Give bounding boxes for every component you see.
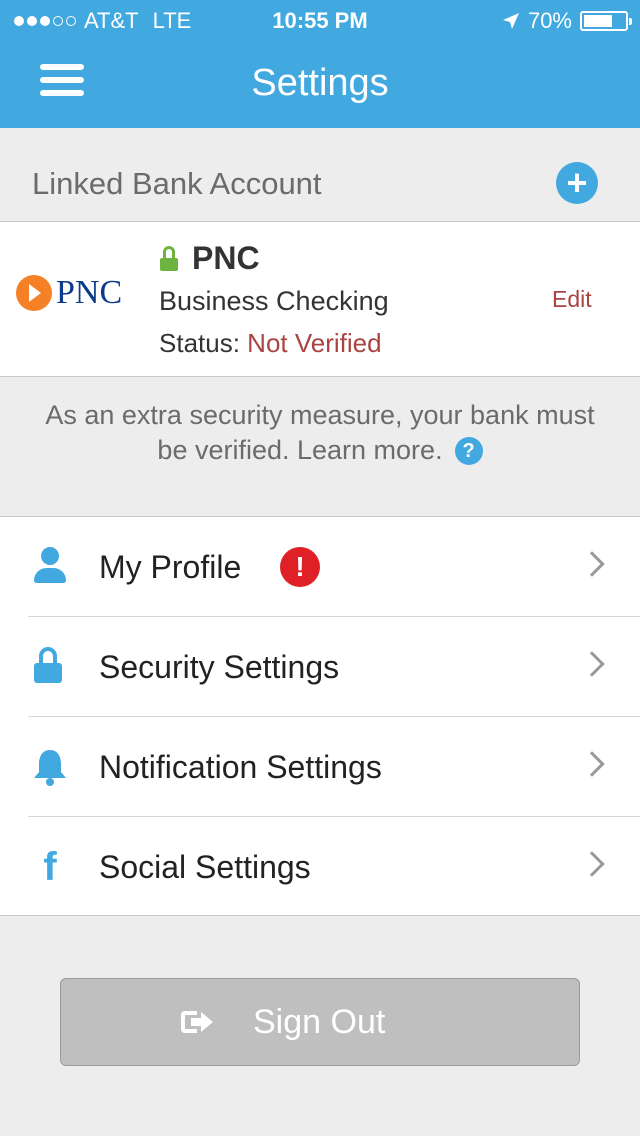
page-title: Settings [251, 62, 389, 104]
chevron-right-icon [579, 751, 605, 777]
chevron-right-icon [579, 651, 605, 677]
location-arrow-icon [502, 13, 519, 29]
linked-bank-label: Linked Bank Account [32, 166, 322, 201]
nav-bar: Settings [0, 40, 640, 128]
list-item-label: Social Settings [99, 849, 311, 885]
verification-info: As an extra security measure, your bank … [30, 398, 610, 468]
status-label: Status: [159, 328, 240, 358]
pnc-logo-mark [16, 275, 52, 311]
list-item-label: My Profile [99, 549, 242, 585]
add-bank-button[interactable]: + [556, 162, 598, 204]
sign-out-button[interactable]: Sign Out [60, 978, 580, 1066]
pnc-logo-text: PNC [56, 274, 123, 311]
list-item-label: Notification Settings [99, 749, 382, 785]
list-item-social-settings[interactable]: f Social Settings [0, 817, 640, 917]
chevron-right-icon [579, 851, 605, 877]
list-item-my-profile[interactable]: My Profile ! [0, 517, 640, 617]
help-icon[interactable]: ? [454, 437, 483, 465]
sign-out-icon [181, 1009, 213, 1035]
chevron-right-icon [579, 551, 605, 577]
list-item-label: Security Settings [99, 649, 340, 685]
battery-icon [580, 11, 632, 31]
plus-icon: + [566, 162, 588, 203]
bank-account-card: PNC PNC Business Checking Status: Not Ve… [0, 221, 640, 377]
facebook-icon: f [43, 845, 57, 889]
account-status: Status: Not Verified [159, 328, 382, 359]
list-item-notification-settings[interactable]: Notification Settings [0, 717, 640, 817]
battery-percent: 70% [527, 8, 572, 33]
secure-lock-icon [160, 246, 178, 271]
battery-fill [584, 15, 612, 27]
edit-bank-link[interactable]: Edit [552, 286, 592, 313]
status-value: Not Verified [247, 328, 382, 358]
sign-out-label: Sign Out [253, 1003, 386, 1041]
alert-icon: ! [280, 547, 320, 587]
list-item-security-settings[interactable]: Security Settings [0, 617, 640, 717]
settings-list: My Profile ! Security Settings Notificat… [0, 516, 640, 916]
status-right: 70% [502, 8, 632, 34]
bank-name: PNC [192, 240, 260, 276]
account-type: Business Checking [159, 286, 389, 316]
pnc-logo: PNC [16, 274, 122, 312]
bell-icon [34, 750, 66, 786]
verification-info-text[interactable]: As an extra security measure, your bank … [45, 400, 594, 465]
linked-bank-header: Linked Bank Account [0, 128, 640, 221]
app-header: AT&T LTE 10:55 PM 70% Settings [0, 0, 640, 128]
lock-icon [30, 647, 70, 687]
status-bar: AT&T LTE 10:55 PM 70% [0, 0, 640, 40]
user-icon [30, 547, 70, 587]
